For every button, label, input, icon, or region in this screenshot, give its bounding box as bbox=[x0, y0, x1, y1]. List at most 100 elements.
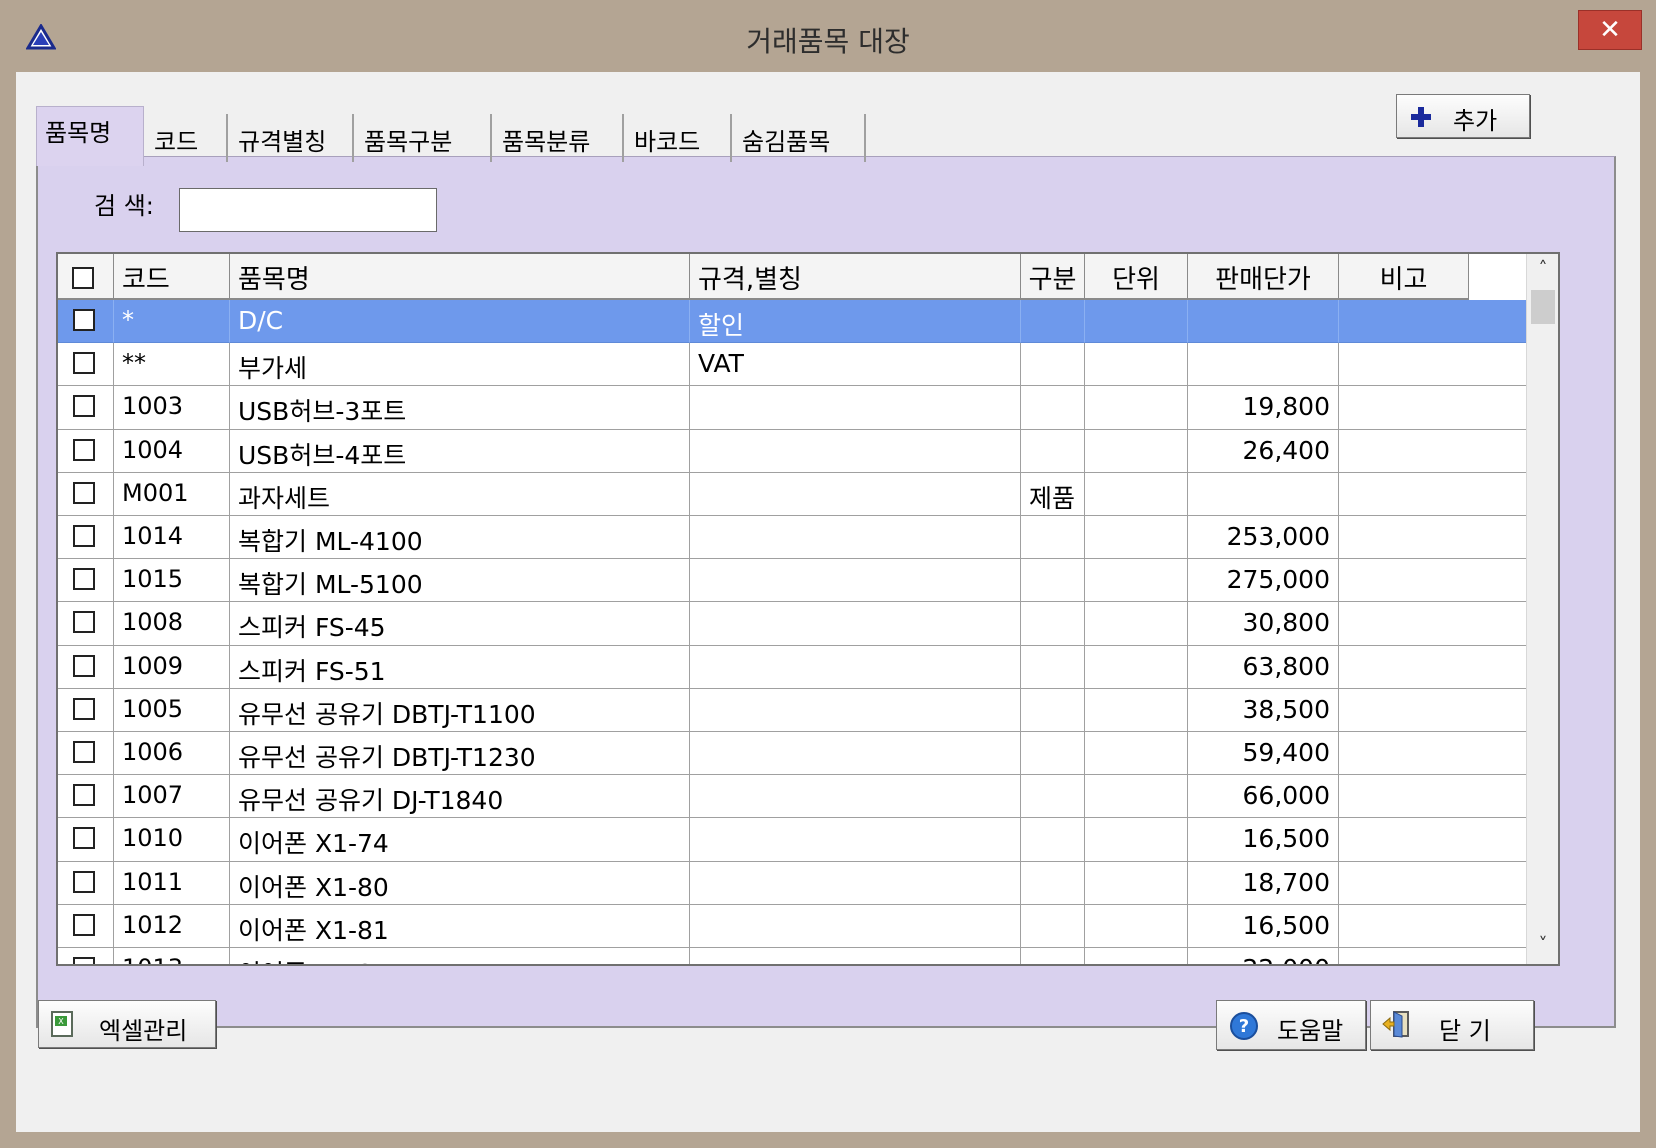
cell-price: 38,500 bbox=[1188, 688, 1339, 732]
header-select-all[interactable] bbox=[58, 254, 114, 300]
row-select-cell bbox=[58, 904, 114, 948]
cell-price: 59,400 bbox=[1188, 732, 1339, 776]
table-row[interactable]: 1009 스피커 FS-51 63,800 bbox=[58, 645, 1526, 689]
cell-note bbox=[1339, 559, 1526, 603]
row-checkbox[interactable] bbox=[73, 568, 95, 591]
cell-code: 1013 bbox=[114, 948, 230, 964]
scroll-up-icon[interactable]: ˄ bbox=[1527, 258, 1558, 279]
row-select-cell bbox=[58, 645, 114, 689]
cell-price: 22,000 bbox=[1188, 948, 1339, 964]
table-row[interactable]: 1014 복합기 ML-4100 253,000 bbox=[58, 516, 1526, 560]
cell-spec bbox=[690, 904, 1021, 948]
tab-0[interactable]: 품목명 bbox=[36, 106, 144, 166]
cell-note bbox=[1339, 905, 1526, 948]
cell-name: 이어폰 X1-85 bbox=[230, 948, 690, 964]
cell-unit bbox=[1085, 516, 1188, 560]
table-row[interactable]: 1003 USB허브-3포트 19,800 bbox=[58, 386, 1526, 430]
table-row[interactable]: 1013이어폰 X1-85 22,000 bbox=[58, 948, 1526, 964]
cell-price: 275,000 bbox=[1188, 559, 1339, 603]
table-row[interactable]: 1015 복합기 ML-5100 275,000 bbox=[58, 559, 1526, 603]
add-item-button[interactable]: 추가 bbox=[1396, 94, 1530, 138]
row-checkbox[interactable] bbox=[73, 957, 95, 964]
column-header-code[interactable]: 코드 bbox=[114, 254, 230, 300]
row-checkbox[interactable] bbox=[73, 870, 95, 893]
close-window-button[interactable]: ✕ bbox=[1578, 10, 1642, 50]
excel-manage-button[interactable]: X 엑셀관리 bbox=[38, 1000, 216, 1048]
table-row[interactable]: 1004 USB허브-4포트 26,400 bbox=[58, 429, 1526, 473]
tab-2[interactable]: 규격별칭 bbox=[230, 114, 354, 162]
column-header-category[interactable]: 구분 bbox=[1021, 254, 1085, 300]
row-checkbox[interactable] bbox=[73, 827, 95, 850]
table-row[interactable]: 1005 유무선 공유기 DBTJ-T1100 38,500 bbox=[58, 688, 1526, 732]
vertical-scrollbar[interactable]: ˄ ˅ bbox=[1526, 254, 1558, 964]
cell-category bbox=[1021, 602, 1085, 646]
cell-code: 1010 bbox=[114, 818, 230, 862]
cell-name: 부가세 bbox=[230, 343, 690, 387]
cell-code: 1011 bbox=[114, 861, 230, 905]
cell-code: 1007 bbox=[114, 775, 230, 819]
table-row[interactable]: M001 과자세트 제품 bbox=[58, 472, 1526, 516]
search-input[interactable] bbox=[179, 188, 437, 232]
cell-unit bbox=[1085, 300, 1188, 344]
tab-1[interactable]: 코드 bbox=[146, 114, 228, 162]
tab-4[interactable]: 품목분류 bbox=[494, 114, 624, 162]
cell-unit bbox=[1085, 343, 1188, 387]
title-bar[interactable]: 거래품목 대장 ✕ bbox=[0, 0, 1656, 72]
client-area: 품목명 코드 규격별칭 품목구분 품목분류 바코드 숨김품목 추가 검 색: 코드 품목명 규격… bbox=[16, 72, 1640, 1132]
items-grid[interactable]: 코드 품목명 규격,별칭 구분 단위 판매단가 비고 * D/C 할인 ** 부가세 VAT 1003 US… bbox=[56, 252, 1560, 966]
cell-price: 30,800 bbox=[1188, 602, 1339, 646]
row-checkbox[interactable] bbox=[73, 525, 95, 547]
scroll-down-icon[interactable]: ˅ bbox=[1527, 934, 1558, 955]
table-row[interactable]: 1010 이어폰 X1-74 16,500 bbox=[58, 818, 1526, 862]
table-row[interactable]: * D/C 할인 bbox=[58, 300, 1526, 344]
column-header-note[interactable]: 비고 bbox=[1339, 254, 1469, 300]
tab-5[interactable]: 바코드 bbox=[626, 114, 732, 162]
cell-spec bbox=[690, 948, 1021, 964]
select-all-checkbox[interactable] bbox=[72, 267, 94, 289]
column-header-price[interactable]: 판매단가 bbox=[1188, 254, 1339, 300]
row-checkbox[interactable] bbox=[73, 697, 95, 720]
row-select-cell bbox=[58, 948, 114, 964]
cell-code: M001 bbox=[114, 472, 230, 516]
row-select-cell bbox=[58, 602, 114, 646]
cell-note bbox=[1339, 343, 1526, 387]
cell-spec bbox=[690, 559, 1021, 603]
table-row[interactable]: 1007 유무선 공유기 DJ-T1840 66,000 bbox=[58, 775, 1526, 819]
row-checkbox[interactable] bbox=[73, 654, 95, 677]
row-checkbox[interactable] bbox=[73, 611, 95, 634]
table-row[interactable]: ** 부가세 VAT bbox=[58, 343, 1526, 387]
row-checkbox[interactable] bbox=[73, 438, 95, 461]
cell-name: 스피커 FS-45 bbox=[230, 602, 690, 646]
row-checkbox[interactable] bbox=[73, 784, 95, 807]
cell-category bbox=[1021, 645, 1085, 689]
row-checkbox[interactable] bbox=[73, 395, 95, 418]
plus-icon bbox=[1411, 107, 1431, 127]
close-button[interactable]: 닫 기 bbox=[1370, 1000, 1534, 1050]
row-checkbox[interactable] bbox=[73, 913, 95, 936]
help-button[interactable]: ? 도움말 bbox=[1216, 1000, 1366, 1050]
row-checkbox[interactable] bbox=[73, 352, 95, 375]
cell-category bbox=[1021, 861, 1085, 905]
cell-price bbox=[1188, 343, 1339, 387]
scrollbar-thumb[interactable] bbox=[1531, 290, 1555, 324]
table-row[interactable]: 1006 유무선 공유기 DBTJ-T1230 59,400 bbox=[58, 732, 1526, 776]
row-checkbox[interactable] bbox=[73, 309, 95, 331]
table-row[interactable]: 1012 이어폰 X1-81 16,500 bbox=[58, 904, 1526, 948]
cell-price: 16,500 bbox=[1188, 904, 1339, 948]
column-header-spec[interactable]: 규격,별칭 bbox=[690, 254, 1021, 300]
table-row[interactable]: 1011 이어폰 X1-80 18,700 bbox=[58, 861, 1526, 905]
column-header-unit[interactable]: 단위 bbox=[1085, 254, 1188, 300]
tab-6[interactable]: 숨김품목 bbox=[734, 114, 866, 162]
cell-spec bbox=[690, 645, 1021, 689]
table-row[interactable]: 1008 스피커 FS-45 30,800 bbox=[58, 602, 1526, 646]
row-checkbox[interactable] bbox=[73, 481, 95, 504]
cell-note bbox=[1339, 386, 1526, 430]
row-checkbox[interactable] bbox=[73, 741, 95, 763]
cell-spec bbox=[690, 861, 1021, 905]
cell-note bbox=[1339, 689, 1526, 732]
column-header-name[interactable]: 품목명 bbox=[230, 254, 690, 300]
cell-spec bbox=[690, 386, 1021, 430]
tab-3[interactable]: 품목구분 bbox=[356, 114, 492, 162]
cell-spec bbox=[690, 429, 1021, 473]
cell-name: 복합기 ML-4100 bbox=[230, 516, 690, 560]
